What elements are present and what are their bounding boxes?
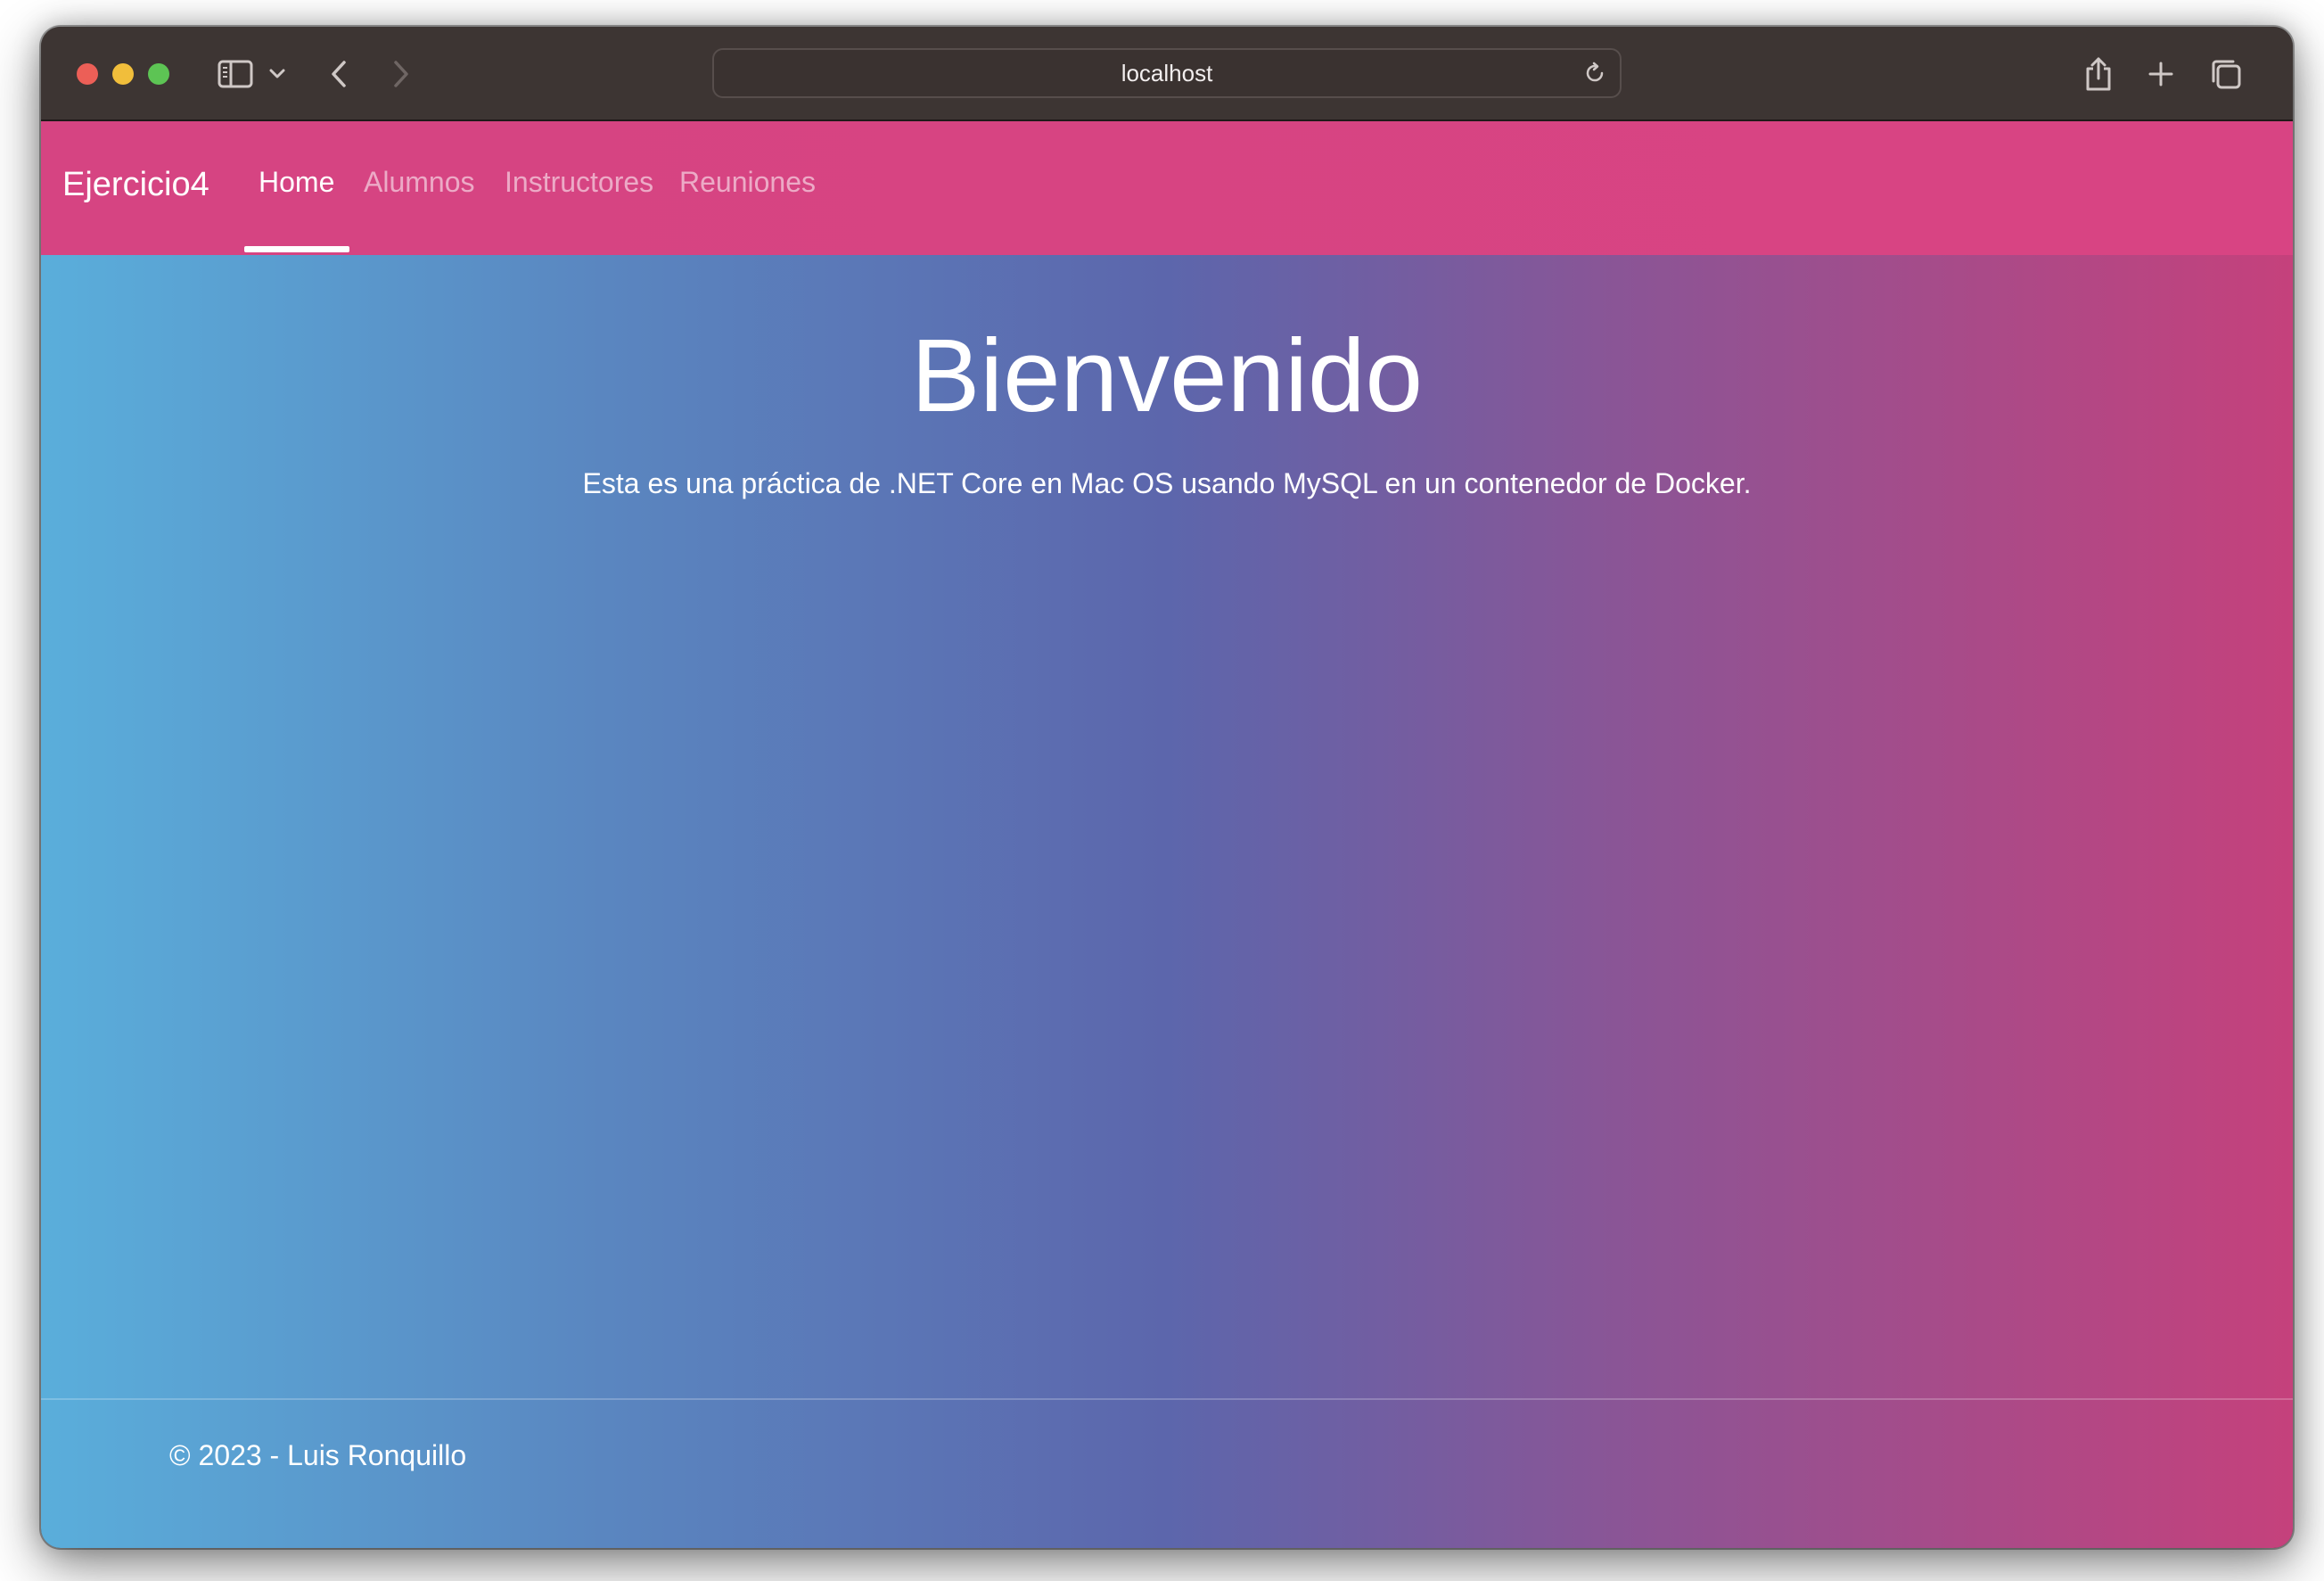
forward-arrow-icon[interactable] xyxy=(383,52,419,96)
browser-toolbar: localhost xyxy=(41,27,2293,121)
browser-window: localhost Ejercicio4 Home Alumnos Instru… xyxy=(41,27,2293,1548)
minimize-window-button[interactable] xyxy=(112,63,134,85)
nav-item-reuniones[interactable]: Reuniones xyxy=(679,166,816,199)
sidebar-icon[interactable] xyxy=(216,52,255,96)
reload-icon[interactable] xyxy=(1579,57,1611,89)
back-arrow-icon[interactable] xyxy=(321,52,357,96)
url-text: localhost xyxy=(1121,59,1213,86)
tab-overview-icon[interactable] xyxy=(2205,52,2246,96)
close-window-button[interactable] xyxy=(77,63,98,85)
footer-copyright: © 2023 - Luis Ronquillo xyxy=(169,1439,467,1471)
share-icon[interactable] xyxy=(2079,52,2118,96)
address-bar[interactable]: localhost xyxy=(712,48,1622,98)
page-content: Ejercicio4 Home Alumnos Instructores Reu… xyxy=(41,121,2293,1548)
site-navbar: Ejercicio4 Home Alumnos Instructores Reu… xyxy=(41,121,2293,255)
footer-divider xyxy=(41,1398,2293,1400)
plus-icon[interactable] xyxy=(2141,52,2180,96)
zoom-window-button[interactable] xyxy=(148,63,169,85)
navbar-brand[interactable]: Ejercicio4 xyxy=(62,166,209,204)
chevron-down-icon[interactable] xyxy=(266,52,289,96)
page-description: Esta es una práctica de .NET Core en Mac… xyxy=(582,467,1752,499)
active-nav-indicator xyxy=(244,246,349,252)
nav-item-instructores[interactable]: Instructores xyxy=(505,166,653,199)
nav-item-alumnos[interactable]: Alumnos xyxy=(364,166,475,199)
page-title: Bienvenido xyxy=(911,317,1423,433)
nav-item-home[interactable]: Home xyxy=(259,166,334,199)
